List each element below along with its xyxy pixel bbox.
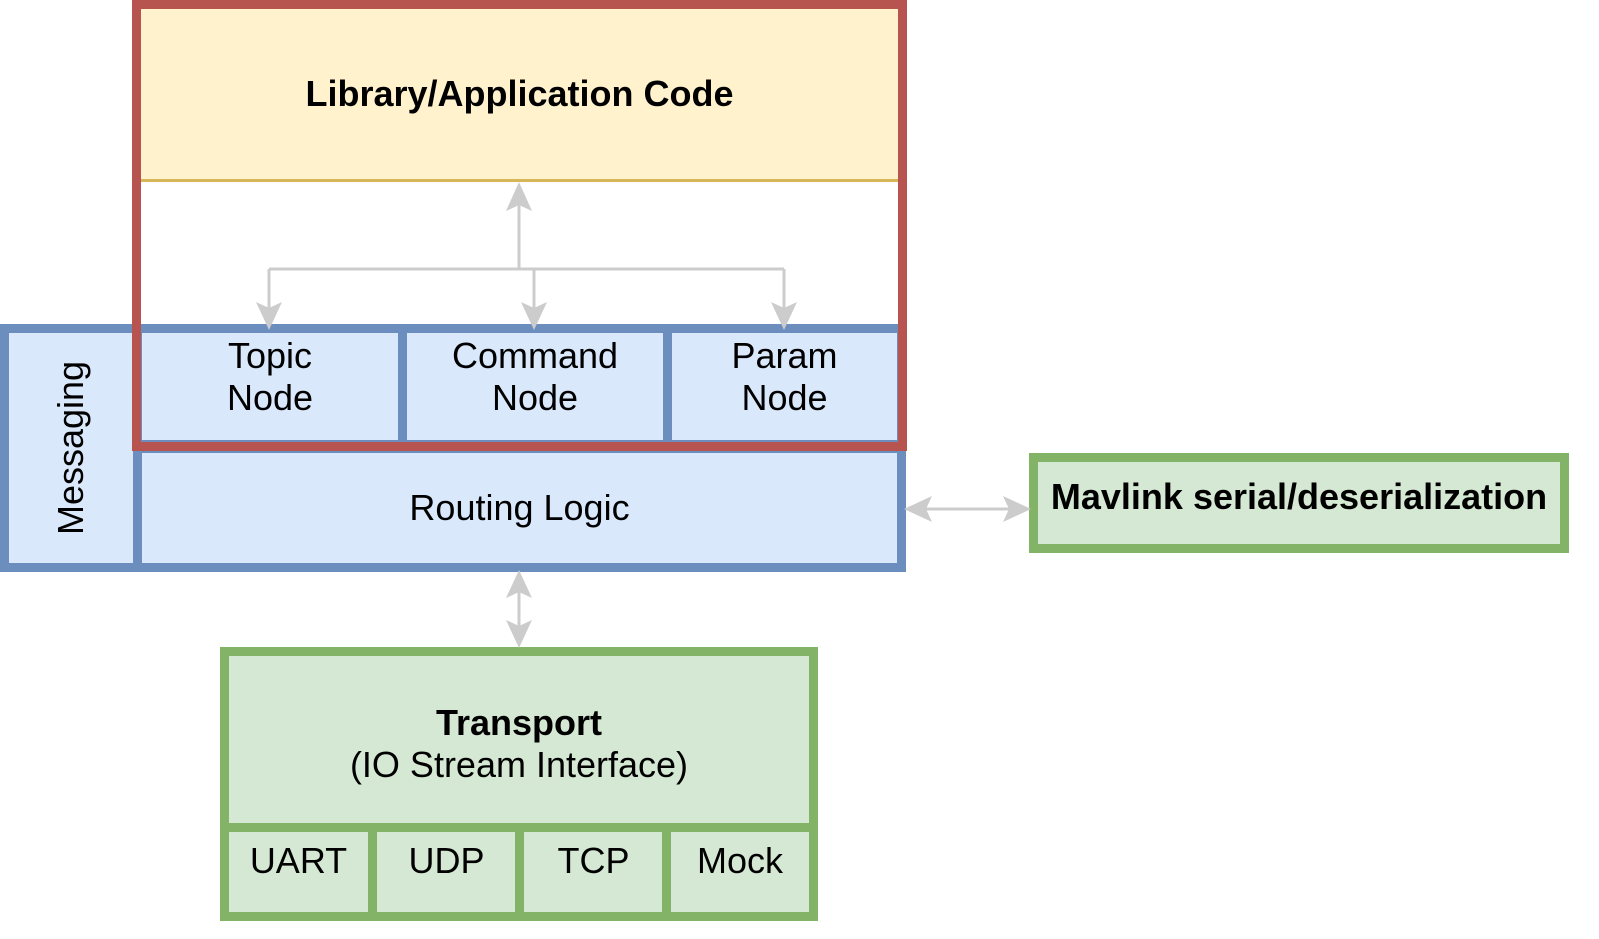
connectors-layer <box>256 182 1031 648</box>
